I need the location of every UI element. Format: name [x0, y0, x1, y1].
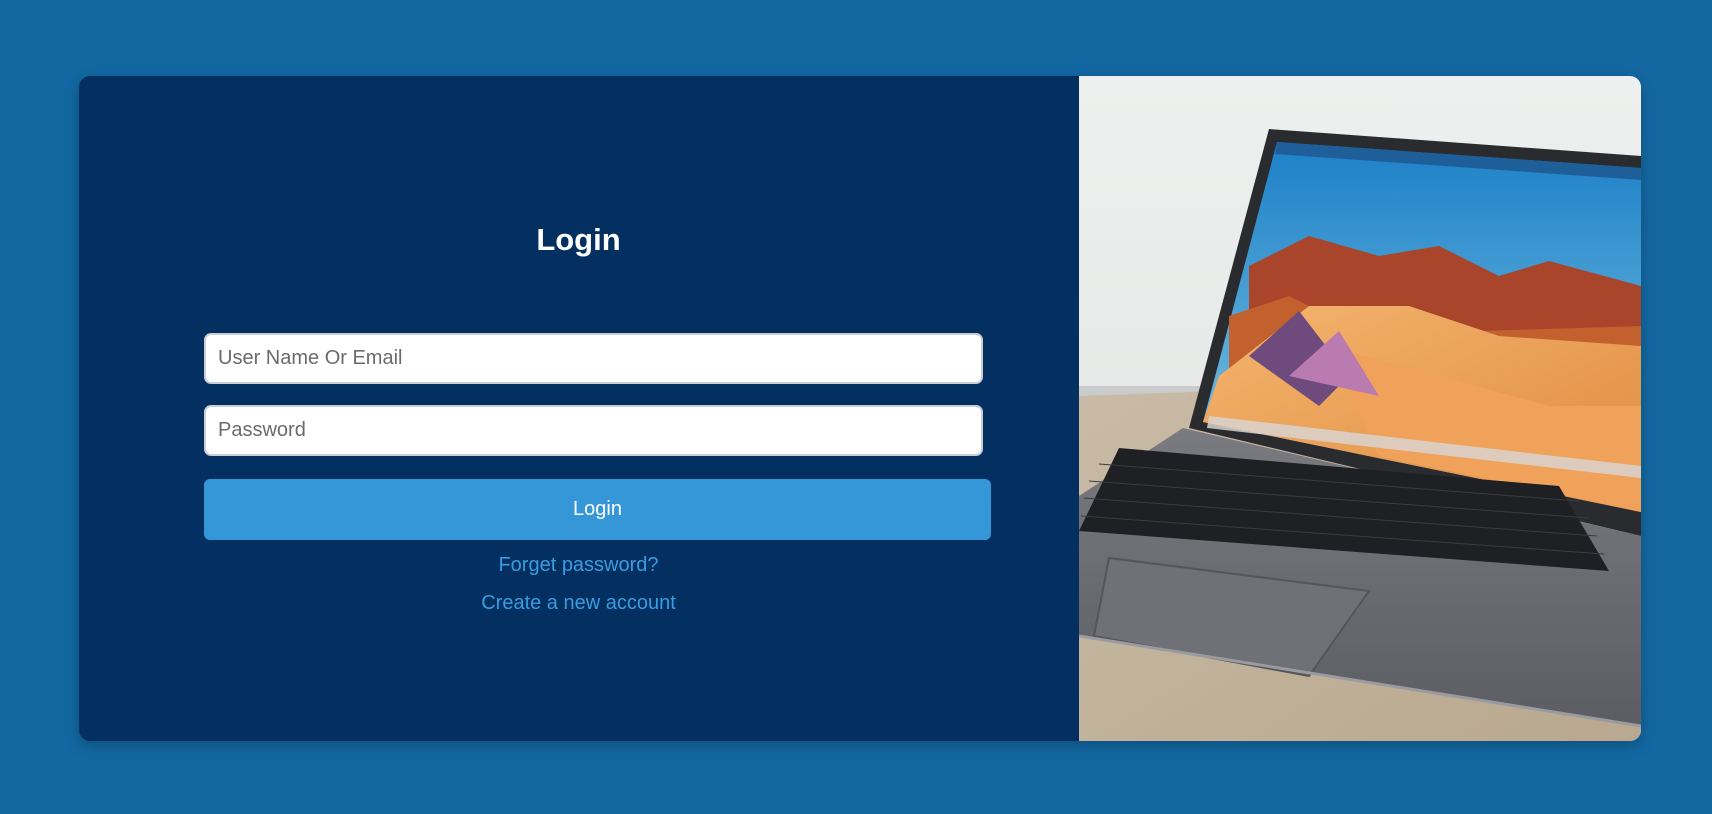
password-input[interactable] — [204, 405, 983, 456]
page-title: Login — [536, 222, 621, 257]
username-input[interactable] — [204, 333, 983, 384]
forgot-password-link[interactable]: Forget password? — [79, 554, 1078, 577]
login-card: Login Login Forget password? Create a ne… — [79, 76, 1641, 741]
login-button[interactable]: Login — [204, 479, 991, 540]
login-panel: Login Login Forget password? Create a ne… — [79, 76, 1079, 741]
laptop-photo — [1079, 76, 1641, 741]
create-account-link[interactable]: Create a new account — [79, 592, 1078, 615]
